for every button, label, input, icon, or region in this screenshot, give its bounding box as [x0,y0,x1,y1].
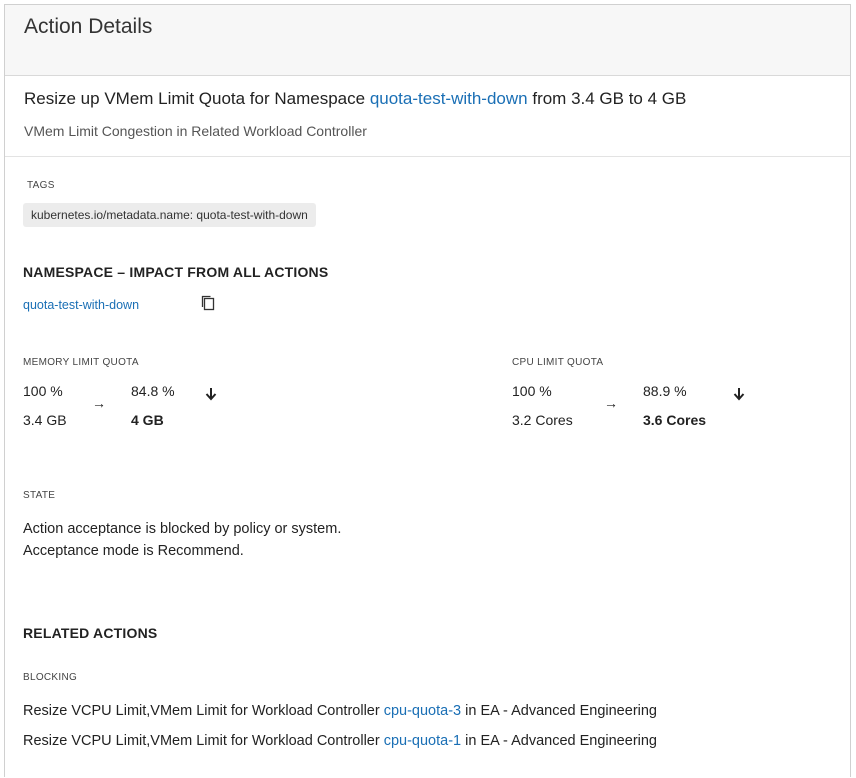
memory-to-value: 4 GB [131,412,164,428]
state-text-line2: Acceptance mode is Recommend. [23,543,244,559]
action-title: Resize up VMem Limit Quota for Namespace… [24,89,686,109]
blocking-action-suffix: in EA - Advanced Engineering [461,733,657,749]
namespace-link[interactable]: quota-test-with-down [370,89,528,108]
cpu-change-arrow: → [604,395,618,411]
memory-quota-label: MEMORY LIMIT QUOTA [23,357,139,368]
arrow-down-icon [205,388,217,401]
memory-from-value: 3.4 GB [23,412,67,428]
page-title: Action Details [24,15,153,38]
workload-controller-link[interactable]: cpu-quota-1 [384,733,461,749]
memory-to-percent: 84.8 % [131,383,175,399]
action-subtitle: VMem Limit Congestion in Related Workloa… [24,123,367,139]
action-summary: Resize up VMem Limit Quota for Namespace… [5,76,850,157]
action-title-suffix: from 3.4 GB to 4 GB [527,89,687,108]
cpu-from-value: 3.2 Cores [512,412,573,428]
blocking-action-prefix: Resize VCPU Limit,VMem Limit for Workloa… [23,733,384,749]
cpu-to-percent: 88.9 % [643,383,687,399]
namespace-impact-link[interactable]: quota-test-with-down [23,298,139,312]
arrow-down-icon [733,388,745,401]
blocking-action-item: Resize VCPU Limit,VMem Limit for Workloa… [23,703,657,719]
action-title-prefix: Resize up VMem Limit Quota for Namespace [24,89,370,108]
workload-controller-link[interactable]: cpu-quota-3 [384,703,461,719]
blocking-action-item: Resize VCPU Limit,VMem Limit for Workloa… [23,733,657,749]
panel-header: Action Details [5,5,850,76]
memory-from-percent: 100 % [23,383,63,399]
copy-icon[interactable] [200,294,216,312]
cpu-from-percent: 100 % [512,383,552,399]
blocking-label: BLOCKING [23,672,78,683]
state-text-line1: Action acceptance is blocked by policy o… [23,521,342,537]
tag-chip: kubernetes.io/metadata.name: quota-test-… [23,203,316,227]
blocking-action-prefix: Resize VCPU Limit,VMem Limit for Workloa… [23,703,384,719]
cpu-to-value: 3.6 Cores [643,412,707,428]
cpu-quota-label: CPU LIMIT QUOTA [512,357,604,368]
memory-change-arrow: → [92,395,106,411]
blocking-action-suffix: in EA - Advanced Engineering [461,703,657,719]
namespace-impact-title: NAMESPACE – IMPACT FROM ALL ACTIONS [23,264,329,280]
related-actions-title: RELATED ACTIONS [23,625,158,641]
state-label: STATE [23,490,56,501]
tags-label: TAGS [27,180,55,191]
